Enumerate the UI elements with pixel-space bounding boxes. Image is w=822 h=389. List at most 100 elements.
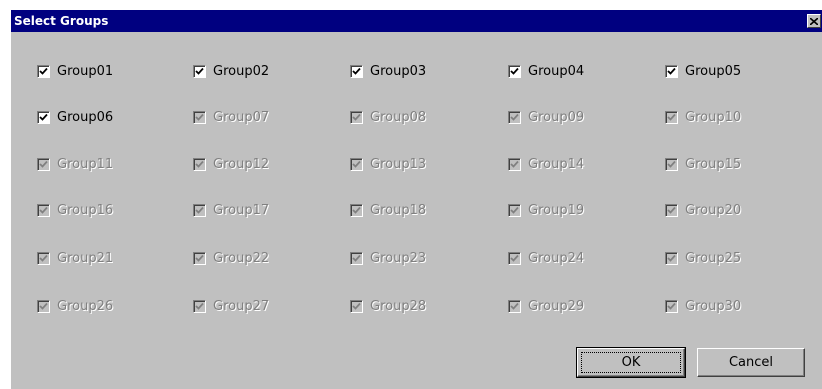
group-label: Group01 (57, 63, 114, 79)
group-checkbox-25: Group25 (665, 250, 741, 266)
group-label: Group18 (370, 202, 427, 218)
checkmark-icon (195, 113, 204, 121)
checkmark-icon (510, 206, 519, 214)
group-label: Group14 (528, 156, 585, 172)
group-label: Group30 (685, 298, 742, 314)
checkbox-box (193, 251, 206, 265)
group-label: Group22 (213, 250, 270, 266)
checkmark-icon (510, 113, 519, 121)
group-label: Group03 (370, 63, 427, 79)
checkbox-box (665, 157, 678, 171)
checkmark-icon (352, 67, 361, 75)
checkbox-box (193, 157, 206, 171)
checkmark-icon (667, 206, 676, 214)
checkbox-box[interactable] (37, 64, 50, 78)
focus-rectangle (581, 352, 681, 373)
group-checkbox-19: Group19 (508, 202, 584, 218)
checkbox-box (665, 251, 678, 265)
checkmark-icon (667, 302, 676, 310)
group-checkbox-23: Group23 (350, 250, 426, 266)
group-label: Group10 (685, 109, 742, 125)
group-checkbox-02[interactable]: Group02 (193, 63, 269, 79)
checkbox-box[interactable] (350, 64, 363, 78)
checkmark-icon (352, 302, 361, 310)
group-checkbox-26: Group26 (37, 298, 113, 314)
group-checkbox-13: Group13 (350, 156, 426, 172)
checkmark-icon (510, 254, 519, 262)
checkmark-icon (667, 113, 676, 121)
group-label: Group28 (370, 298, 427, 314)
groups-grid: Group01 Group02 Group03 Group04 Group05 Group… (11, 10, 822, 389)
checkmark-icon (510, 67, 519, 75)
checkmark-icon (195, 302, 204, 310)
group-label: Group05 (685, 63, 742, 79)
checkbox-box (193, 203, 206, 217)
group-checkbox-30: Group30 (665, 298, 741, 314)
checkbox-box (508, 299, 521, 313)
group-label: Group20 (685, 202, 742, 218)
group-checkbox-01[interactable]: Group01 (37, 63, 113, 79)
group-checkbox-04[interactable]: Group04 (508, 63, 584, 79)
checkbox-box[interactable] (665, 64, 678, 78)
cancel-button-label: Cancel (728, 355, 774, 370)
checkmark-icon (39, 206, 48, 214)
checkmark-icon (352, 113, 361, 121)
checkbox-box (350, 203, 363, 217)
checkmark-icon (39, 160, 48, 168)
checkbox-box (350, 157, 363, 171)
checkmark-icon (667, 67, 676, 75)
checkmark-icon (39, 254, 48, 262)
group-checkbox-06[interactable]: Group06 (37, 109, 113, 125)
group-checkbox-20: Group20 (665, 202, 741, 218)
checkmark-icon (195, 254, 204, 262)
checkbox-box[interactable] (508, 64, 521, 78)
group-checkbox-09: Group09 (508, 109, 584, 125)
checkmark-icon (39, 113, 48, 121)
ok-button[interactable]: OK (576, 347, 686, 378)
group-label: Group11 (57, 156, 114, 172)
checkmark-icon (352, 206, 361, 214)
group-label: Group27 (213, 298, 270, 314)
select-groups-dialog: Select Groups Group01 Group02 Group03 Group… (10, 9, 822, 389)
group-label: Group19 (528, 202, 585, 218)
checkmark-icon (352, 160, 361, 168)
group-label: Group08 (370, 109, 427, 125)
checkbox-box (350, 299, 363, 313)
checkbox-box (665, 110, 678, 124)
checkbox-box[interactable] (37, 110, 50, 124)
checkmark-icon (195, 160, 204, 168)
checkbox-box (508, 110, 521, 124)
group-label: Group07 (213, 109, 270, 125)
group-checkbox-22: Group22 (193, 250, 269, 266)
group-label: Group21 (57, 250, 114, 266)
group-label: Group17 (213, 202, 270, 218)
group-checkbox-08: Group08 (350, 109, 426, 125)
checkbox-box (37, 157, 50, 171)
checkmark-icon (195, 67, 204, 75)
group-label: Group15 (685, 156, 742, 172)
checkmark-icon (39, 67, 48, 75)
checkbox-box (665, 203, 678, 217)
group-checkbox-05[interactable]: Group05 (665, 63, 741, 79)
cancel-button[interactable]: Cancel (697, 348, 805, 377)
group-checkbox-16: Group16 (37, 202, 113, 218)
checkmark-icon (667, 254, 676, 262)
group-label: Group29 (528, 298, 585, 314)
group-checkbox-12: Group12 (193, 156, 269, 172)
checkmark-icon (352, 254, 361, 262)
group-checkbox-24: Group24 (508, 250, 584, 266)
checkmark-icon (510, 302, 519, 310)
group-label: Group24 (528, 250, 585, 266)
checkbox-box (350, 251, 363, 265)
group-label: Group04 (528, 63, 585, 79)
group-checkbox-03[interactable]: Group03 (350, 63, 426, 79)
group-checkbox-18: Group18 (350, 202, 426, 218)
group-checkbox-15: Group15 (665, 156, 741, 172)
checkbox-box[interactable] (193, 64, 206, 78)
checkbox-box (193, 110, 206, 124)
checkmark-icon (510, 160, 519, 168)
group-label: Group26 (57, 298, 114, 314)
group-checkbox-21: Group21 (37, 250, 113, 266)
checkbox-box (508, 251, 521, 265)
group-checkbox-14: Group14 (508, 156, 584, 172)
